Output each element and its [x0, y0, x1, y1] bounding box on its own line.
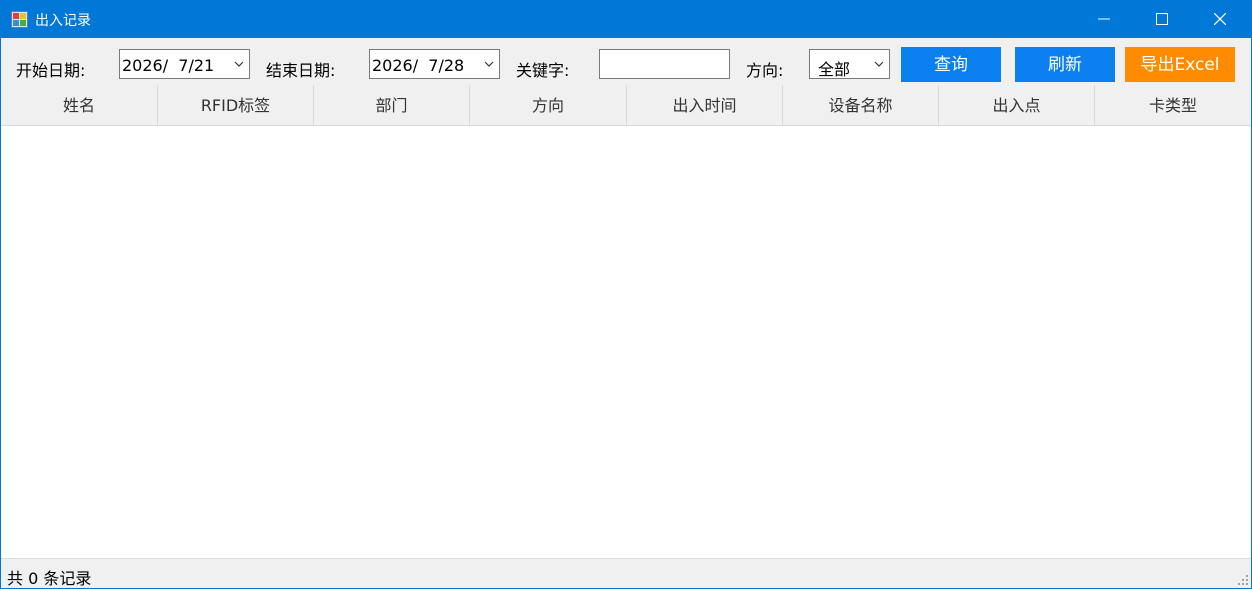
end-date-value: 2026/ 7/28	[372, 56, 465, 75]
record-count: 共 0 条记录	[7, 569, 92, 588]
start-date-label: 开始日期:	[16, 61, 86, 80]
column-header-rfid[interactable]: RFID标签	[158, 85, 314, 125]
maximize-icon	[1156, 13, 1168, 25]
direction-value: 全部	[818, 60, 851, 79]
title-bar[interactable]: 出入记录	[1, 1, 1251, 38]
table-header: 姓名 RFID标签 部门 方向 出入时间 设备名称 出入点 卡类型	[1, 85, 1251, 126]
resize-grip-icon[interactable]	[1238, 575, 1249, 586]
status-bar: 共 0 条记录	[1, 558, 1251, 588]
window: 出入记录 开始日期: 2026/ 7/21 结束日期: 2026/ 7/28 关…	[0, 0, 1252, 589]
column-header-device[interactable]: 设备名称	[783, 85, 939, 125]
refresh-button[interactable]: 刷新	[1015, 47, 1115, 82]
chevron-down-icon[interactable]	[234, 60, 244, 68]
records-table-body[interactable]	[1, 126, 1251, 558]
column-header-card-type[interactable]: 卡类型	[1095, 85, 1251, 125]
query-button[interactable]: 查询	[901, 47, 1001, 82]
chevron-down-icon[interactable]	[874, 60, 884, 68]
close-icon	[1214, 13, 1226, 25]
chevron-down-icon[interactable]	[484, 60, 494, 68]
column-header-department[interactable]: 部门	[314, 85, 470, 125]
start-date-picker[interactable]: 2026/ 7/21	[119, 49, 250, 79]
minimize-icon	[1098, 18, 1110, 20]
filter-toolbar: 开始日期: 2026/ 7/21 结束日期: 2026/ 7/28 关键字: 方…	[1, 38, 1251, 85]
start-date-value: 2026/ 7/21	[122, 56, 215, 75]
export-excel-button[interactable]: 导出Excel	[1125, 47, 1235, 82]
keyword-label: 关键字:	[516, 61, 570, 80]
app-window-icon	[11, 11, 28, 28]
direction-label: 方向:	[746, 61, 784, 80]
direction-select[interactable]: 全部	[809, 49, 890, 79]
column-header-time[interactable]: 出入时间	[627, 85, 783, 125]
minimize-button[interactable]	[1075, 1, 1133, 38]
window-title: 出入记录	[35, 13, 91, 29]
maximize-button[interactable]	[1133, 1, 1191, 38]
column-header-direction[interactable]: 方向	[470, 85, 627, 125]
end-date-picker[interactable]: 2026/ 7/28	[369, 49, 500, 79]
close-button[interactable]	[1191, 1, 1249, 38]
column-header-name[interactable]: 姓名	[1, 85, 158, 125]
column-header-access-point[interactable]: 出入点	[939, 85, 1095, 125]
end-date-label: 结束日期:	[266, 61, 336, 80]
keyword-input[interactable]	[599, 49, 730, 79]
